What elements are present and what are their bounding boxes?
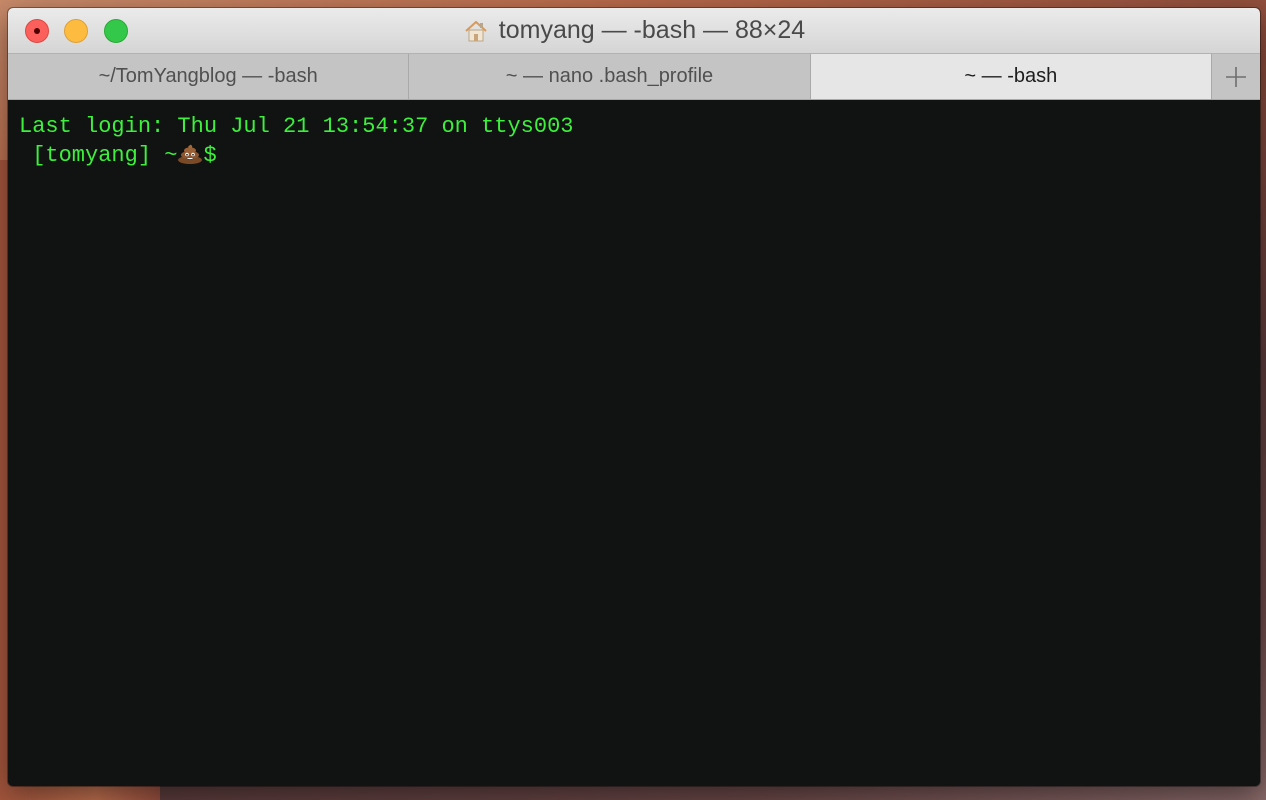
poop-icon (178, 144, 203, 164)
new-tab-button[interactable] (1211, 54, 1260, 99)
terminal-window: tomyang — -bash — 88×24 ~/TomYangblog — … (8, 8, 1260, 786)
window-title-group: tomyang — -bash — 88×24 (8, 8, 1260, 53)
prompt-suffix: $ (203, 143, 217, 168)
tab-tomyangblog-bash[interactable]: ~/TomYangblog — -bash (8, 54, 410, 99)
last-login-line: Last login: Thu Jul 21 13:54:37 on ttys0… (19, 114, 574, 139)
house-icon (465, 20, 487, 41)
tab-home-bash[interactable]: ~ — -bash (810, 54, 1212, 99)
terminal-output[interactable]: Last login: Thu Jul 21 13:54:37 on ttys0… (8, 100, 1260, 786)
prompt-user: [tomyang] ~ (19, 143, 178, 168)
window-title: tomyang — -bash — 88×24 (498, 16, 806, 44)
tab-bar: ~/TomYangblog — -bash ~ — nano .bash_pro… (8, 53, 1260, 100)
tab-nano-bash-profile[interactable]: ~ — nano .bash_profile (409, 54, 811, 99)
prompt-line: [tomyang] ~ $ (19, 141, 1249, 170)
title-bar[interactable]: tomyang — -bash — 88×24 (8, 8, 1260, 53)
plus-icon (1225, 66, 1246, 87)
